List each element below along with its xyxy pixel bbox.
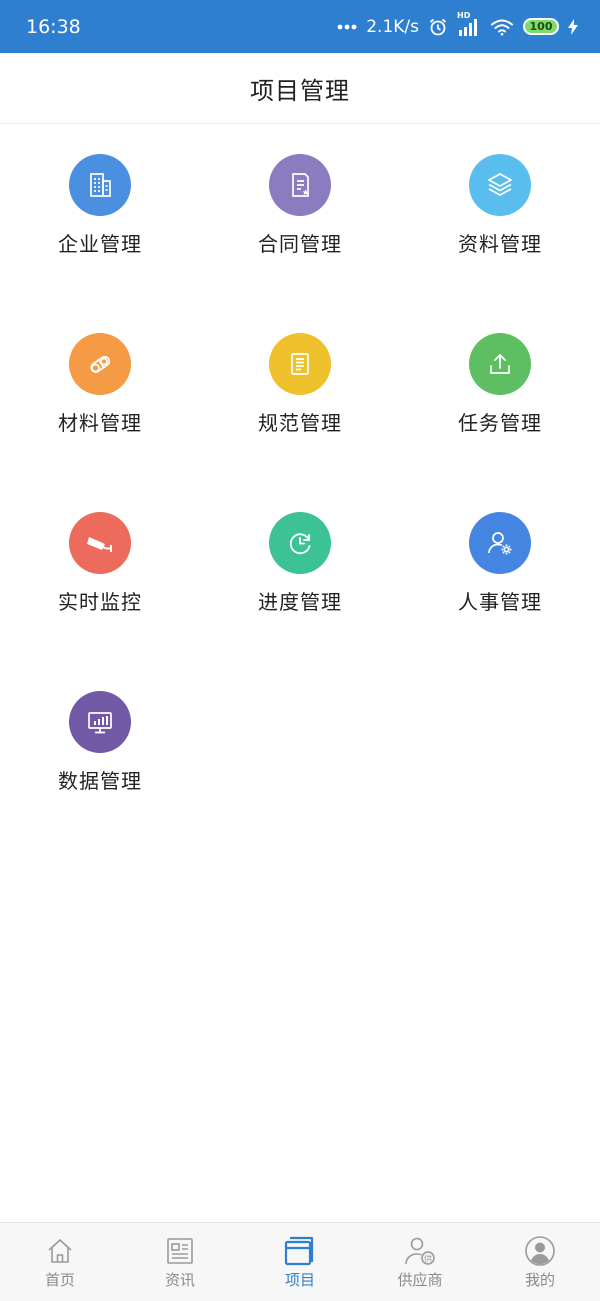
charging-bolt-icon [568,18,578,35]
menu-item-tasks[interactable]: 任务管理 [400,303,600,473]
wifi-icon [490,18,514,36]
profile-icon [524,1235,556,1267]
home-icon [45,1235,75,1267]
menu-item-label: 企业管理 [58,232,142,256]
tab-label: 项目 [284,1271,315,1289]
project-icon [283,1235,317,1267]
page-title: 项目管理 [250,76,350,105]
user-settings-icon [469,512,531,574]
monitor-chart-icon [69,691,131,753]
menu-item-label: 规范管理 [258,411,342,435]
layers-icon [469,154,531,216]
menu-item-label: 数据管理 [58,769,142,793]
supplier-icon: 供 [403,1235,437,1267]
menu-item-standards[interactable]: 规范管理 [200,303,400,473]
tab-supplier[interactable]: 供 供应商 [360,1223,480,1301]
bottom-tab-bar: 首页 资讯 项目 供 供应商 我的 [0,1222,600,1301]
more-dots-icon [337,23,357,31]
menu-item-label: 合同管理 [258,232,342,256]
progress-clock-icon [269,512,331,574]
menu-item-contract[interactable]: 合同管理 [200,124,400,294]
menu-grid: 企业管理 合同管理 资料管理 材料管理 规范管理 任务管理 实时监控 进度管理 … [0,124,600,1222]
standards-book-icon [269,333,331,395]
contract-icon [269,154,331,216]
menu-item-label: 进度管理 [258,590,342,614]
tab-news[interactable]: 资讯 [120,1223,240,1301]
tab-label: 供应商 [397,1271,443,1289]
menu-item-enterprise[interactable]: 企业管理 [0,124,200,294]
materials-icon [69,333,131,395]
building-icon [69,154,131,216]
network-speed: 2.1K/s [366,16,419,37]
menu-item-label: 材料管理 [58,411,142,435]
tab-profile[interactable]: 我的 [480,1223,600,1301]
battery-indicator: 100 [523,18,559,35]
menu-item-label: 任务管理 [458,411,542,435]
news-icon [165,1235,195,1267]
menu-item-label: 资料管理 [458,232,542,256]
tab-label: 我的 [524,1271,555,1289]
menu-item-personnel[interactable]: 人事管理 [400,482,600,652]
alarm-icon [428,17,448,37]
menu-item-monitoring[interactable]: 实时监控 [0,482,200,652]
signal-icon: HD [457,11,481,36]
menu-item-data[interactable]: 数据管理 [0,661,200,831]
menu-item-materials[interactable]: 材料管理 [0,303,200,473]
tab-label: 资讯 [164,1271,195,1289]
tab-project[interactable]: 项目 [240,1223,360,1301]
menu-item-label: 人事管理 [458,590,542,614]
network-badge: HD [457,10,471,20]
header: 项目管理 [0,53,600,124]
svg-text:供: 供 [424,1254,432,1264]
status-bar: 16:38 2.1K/s HD 100 [0,0,600,53]
tab-label: 首页 [44,1271,75,1289]
upload-tray-icon [469,333,531,395]
menu-item-documents[interactable]: 资料管理 [400,124,600,294]
status-indicators: 2.1K/s HD 100 [337,11,578,37]
menu-item-progress[interactable]: 进度管理 [200,482,400,652]
status-time: 16:38 [26,15,81,38]
tab-home[interactable]: 首页 [0,1223,120,1301]
menu-item-label: 实时监控 [58,590,142,614]
cctv-camera-icon [69,512,131,574]
